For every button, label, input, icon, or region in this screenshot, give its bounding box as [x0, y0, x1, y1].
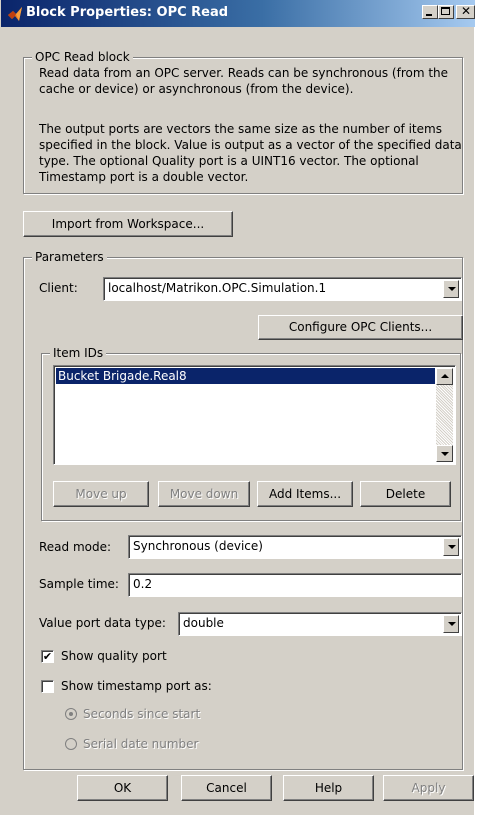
value-port-data-type-value: double: [183, 616, 224, 630]
scroll-up-button[interactable]: [436, 368, 453, 385]
sample-time-label: Sample time:: [39, 577, 119, 591]
read-mode-value: Synchronous (device): [133, 539, 263, 553]
seconds-since-start-label[interactable]: Seconds since start: [83, 707, 200, 721]
serial-date-number-label[interactable]: Serial date number: [83, 737, 198, 751]
chevron-down-icon[interactable]: [443, 280, 459, 298]
cancel-button[interactable]: Cancel: [181, 775, 272, 801]
close-button[interactable]: ✕: [456, 5, 475, 19]
show-quality-port-label[interactable]: Show quality port: [61, 649, 167, 663]
window-title: Block Properties: OPC Read: [26, 5, 229, 20]
import-from-workspace-button[interactable]: Import from Workspace...: [23, 211, 233, 237]
list-item[interactable]: Bucket Brigade.Real8: [56, 368, 435, 384]
client-value: localhost/Matrikon.OPC.Simulation.1: [108, 281, 327, 295]
maximize-button[interactable]: [438, 5, 454, 19]
minimize-icon: [426, 14, 432, 16]
add-items-button[interactable]: Add Items...: [257, 481, 353, 507]
description-paragraph-2: The output ports are vectors the same si…: [39, 122, 462, 184]
apply-button[interactable]: Apply: [383, 775, 474, 801]
radio-dot-icon: [69, 712, 73, 716]
sample-time-input[interactable]: 0.2: [128, 573, 462, 597]
client-dropdown[interactable]: localhost/Matrikon.OPC.Simulation.1: [103, 277, 462, 301]
maximize-icon: [441, 7, 450, 15]
title-bar[interactable]: Block Properties: OPC Read ✕: [1, 0, 475, 27]
client-label: Client:: [39, 281, 78, 295]
scroll-down-button[interactable]: [436, 445, 453, 462]
list-scrollbar[interactable]: [436, 368, 453, 462]
block-properties-dialog: Block Properties: OPC Read ✕ OPC Read bl…: [0, 0, 475, 815]
serial-date-number-radio[interactable]: [65, 738, 77, 750]
chevron-down-icon[interactable]: [443, 615, 459, 633]
checkmark-icon: ✔: [42, 650, 53, 663]
ok-button[interactable]: OK: [77, 775, 168, 801]
seconds-since-start-radio[interactable]: [65, 708, 77, 720]
delete-button[interactable]: Delete: [360, 481, 451, 507]
parameters-legend: Parameters: [32, 250, 107, 264]
minimize-button[interactable]: [422, 5, 438, 19]
chevron-down-icon[interactable]: [443, 538, 459, 556]
description-legend: OPC Read block: [32, 50, 133, 64]
move-down-button[interactable]: Move down: [158, 481, 250, 507]
item-ids-list[interactable]: Bucket Brigade.Real8: [53, 365, 456, 465]
value-port-data-type-dropdown[interactable]: double: [178, 612, 462, 636]
item-ids-legend: Item IDs: [50, 346, 107, 360]
show-timestamp-port-label[interactable]: Show timestamp port as:: [61, 679, 212, 693]
description-paragraph-1: Read data from an OPC server. Reads can …: [39, 66, 449, 96]
show-timestamp-port-checkbox[interactable]: [41, 680, 54, 693]
configure-opc-clients-button[interactable]: Configure OPC Clients...: [258, 315, 463, 340]
show-quality-port-checkbox[interactable]: ✔: [41, 650, 54, 663]
help-button[interactable]: Help: [283, 775, 374, 801]
move-up-button[interactable]: Move up: [53, 481, 149, 507]
read-mode-dropdown[interactable]: Synchronous (device): [128, 535, 462, 559]
value-port-data-type-label: Value port data type:: [39, 616, 166, 630]
matlab-logo-icon: [8, 7, 22, 21]
close-icon: ✕: [461, 4, 472, 18]
read-mode-label: Read mode:: [39, 540, 112, 554]
